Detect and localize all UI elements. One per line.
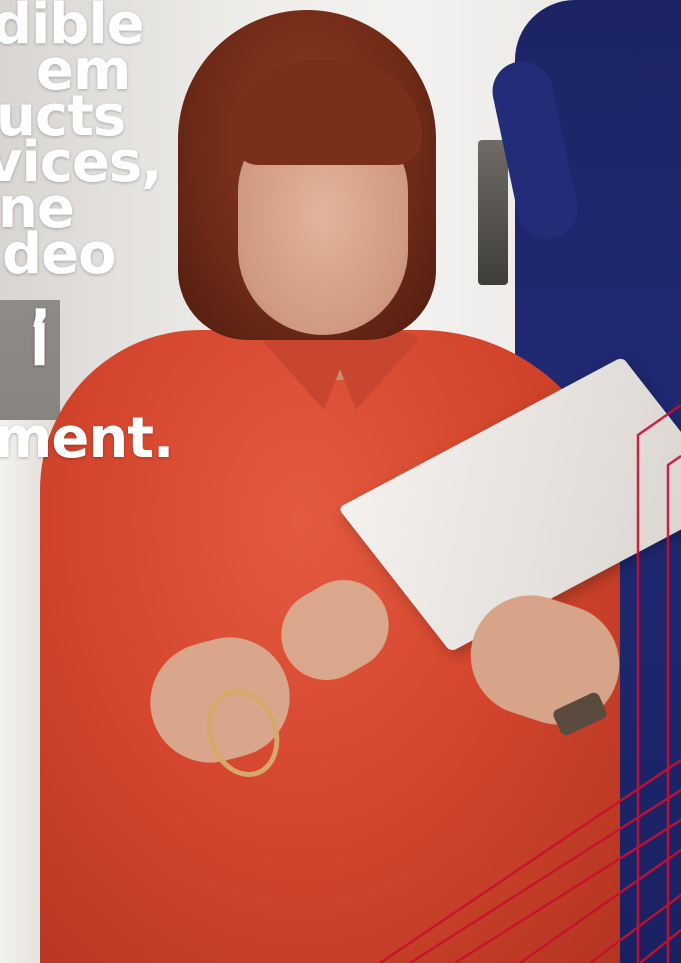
- headline: dible em ucts vices, ne deo , l ment.: [0, 0, 174, 471]
- headline-line-10: ment.: [0, 406, 174, 471]
- headline-line-6: deo: [2, 222, 117, 287]
- hanging-tag: [478, 140, 508, 285]
- headline-line-8: l: [30, 314, 49, 379]
